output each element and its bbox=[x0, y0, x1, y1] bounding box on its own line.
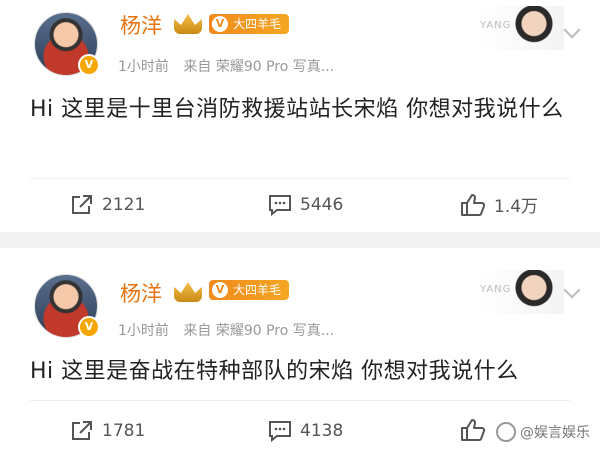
card-decoration-image bbox=[514, 6, 554, 50]
post-meta: 1小时前 来自 荣耀90 Pro 写真... bbox=[118, 56, 344, 76]
crown-icon bbox=[174, 14, 202, 34]
comment-count: 5446 bbox=[300, 195, 344, 215]
card-decoration[interactable]: YANG YANG bbox=[480, 270, 564, 314]
share-button[interactable]: 2121 bbox=[70, 194, 145, 216]
card-decoration[interactable]: YANG YANG bbox=[480, 6, 564, 50]
post-time: 1小时前 bbox=[118, 59, 169, 75]
watermark-text: @娱言娱乐 bbox=[520, 425, 590, 441]
post-content: Hi 这里是奋战在特种部队的宋焰 你想对我说什么 bbox=[30, 359, 519, 384]
comment-button[interactable]: 5446 bbox=[268, 194, 343, 216]
like-button[interactable]: 1.4万 bbox=[460, 192, 538, 217]
share-button[interactable]: 1781 bbox=[70, 420, 145, 442]
share-count: 2121 bbox=[102, 195, 146, 215]
post-content: Hi 这里是十里台消防救援站站长宋焰 你想对我说什么 bbox=[30, 97, 564, 122]
fan-badge[interactable]: V 大四羊毛 bbox=[209, 14, 290, 34]
fan-badge-label: 大四羊毛 bbox=[233, 17, 282, 31]
fan-badge-icon: V bbox=[212, 282, 228, 298]
weibo-post: V 杨洋 V 大四羊毛 1小时前 来自 荣耀90 Pro 写真... YANG … bbox=[0, 0, 600, 232]
comment-icon bbox=[269, 195, 291, 216]
like-button[interactable] bbox=[460, 418, 494, 442]
comment-count: 4138 bbox=[300, 421, 344, 441]
fan-badge-label: 大四羊毛 bbox=[233, 283, 282, 297]
post-source[interactable]: 来自 荣耀90 Pro 写真... bbox=[183, 59, 334, 75]
fan-badge-icon: V bbox=[212, 16, 228, 32]
post-time: 1小时前 bbox=[118, 323, 169, 339]
post-source[interactable]: 来自 荣耀90 Pro 写真... bbox=[183, 323, 334, 339]
username[interactable]: 杨洋 bbox=[120, 278, 162, 308]
divider bbox=[30, 400, 570, 401]
verified-badge-icon: V bbox=[78, 54, 100, 76]
divider bbox=[30, 178, 570, 179]
comment-button[interactable]: 4138 bbox=[268, 420, 343, 442]
share-count: 1781 bbox=[102, 421, 146, 441]
like-count: 1.4万 bbox=[494, 197, 539, 217]
verified-badge-icon: V bbox=[78, 316, 100, 338]
weibo-post: V 杨洋 V 大四羊毛 1小时前 来自 荣耀90 Pro 写真... YANG … bbox=[0, 248, 600, 456]
source-watermark: @娱言娱乐 bbox=[496, 422, 590, 442]
chevron-down-icon[interactable] bbox=[563, 21, 581, 39]
share-icon bbox=[72, 195, 92, 214]
fan-badge[interactable]: V 大四羊毛 bbox=[209, 280, 290, 300]
post-separator bbox=[0, 232, 600, 248]
chevron-down-icon[interactable] bbox=[563, 281, 581, 299]
share-icon bbox=[72, 421, 92, 440]
thumbs-up-icon bbox=[461, 193, 486, 216]
crown-icon bbox=[174, 282, 202, 302]
card-decoration-image bbox=[514, 270, 554, 314]
comment-icon bbox=[269, 421, 291, 442]
post-meta: 1小时前 来自 荣耀90 Pro 写真... bbox=[118, 320, 344, 340]
thumbs-up-icon bbox=[461, 419, 486, 441]
watermark-logo-icon bbox=[496, 422, 516, 442]
username[interactable]: 杨洋 bbox=[120, 10, 162, 40]
